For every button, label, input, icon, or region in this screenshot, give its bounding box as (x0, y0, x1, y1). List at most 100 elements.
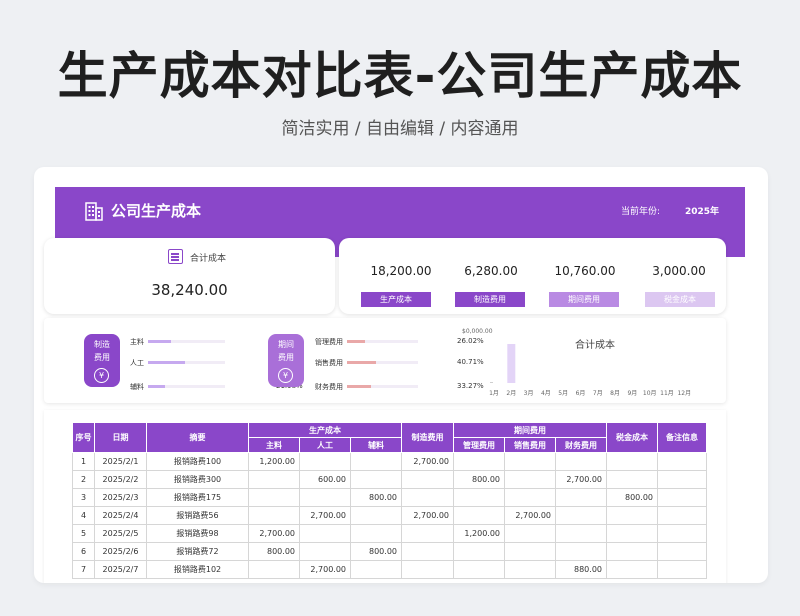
cell-note[interactable] (657, 542, 707, 561)
cell-fin[interactable]: 880.00 (555, 560, 607, 579)
cell-note[interactable] (657, 506, 707, 525)
cell-summary[interactable]: 报销路费98 (146, 524, 249, 543)
cell-mat[interactable]: 1,200.00 (248, 452, 300, 471)
yen-icon: ¥ (278, 368, 293, 383)
cell-mgmt[interactable] (453, 542, 505, 561)
cell-mgmt[interactable]: 1,200.00 (453, 524, 505, 543)
cell-aux[interactable]: 800.00 (350, 542, 402, 561)
cell-idx[interactable]: 3 (72, 488, 95, 507)
cell-mfg[interactable] (401, 524, 454, 543)
cell-note[interactable] (657, 488, 707, 507)
cell-mfg[interactable]: 2,700.00 (401, 506, 454, 525)
cell-summary[interactable]: 报销路费56 (146, 506, 249, 525)
cell-mfg[interactable] (401, 560, 454, 579)
cell-mgmt[interactable] (453, 488, 505, 507)
cell-date[interactable]: 2025/2/3 (94, 488, 147, 507)
cell-tax[interactable]: 800.00 (606, 488, 658, 507)
table-row[interactable]: 1 2025/2/1 报销路费100 1,200.00 2,700.00 (72, 452, 707, 471)
cell-idx[interactable]: 5 (72, 524, 95, 543)
cell-sales[interactable]: 2,700.00 (504, 506, 556, 525)
cell-fin[interactable] (555, 488, 607, 507)
cell-labor[interactable] (299, 452, 351, 471)
cell-sales[interactable] (504, 542, 556, 561)
cell-sales[interactable] (504, 452, 556, 471)
cell-date[interactable]: 2025/2/1 (94, 452, 147, 471)
cell-fin[interactable] (555, 452, 607, 471)
category-button-tax[interactable]: 税金成本 (645, 292, 715, 307)
cell-mfg[interactable]: 2,700.00 (401, 452, 454, 471)
cell-note[interactable] (657, 524, 707, 543)
cell-mgmt[interactable] (453, 452, 505, 471)
table-row[interactable]: 7 2025/2/7 报销路费102 2,700.00 880.00 (72, 560, 707, 579)
cell-mat[interactable]: 800.00 (248, 542, 300, 561)
cell-fin[interactable] (555, 542, 607, 561)
cell-mat[interactable] (248, 470, 300, 489)
cell-date[interactable]: 2025/2/7 (94, 560, 147, 579)
cell-sales[interactable] (504, 488, 556, 507)
cell-aux[interactable] (350, 470, 402, 489)
category-button-production[interactable]: 生产成本 (361, 292, 431, 307)
cell-mfg[interactable] (401, 470, 454, 489)
category-button-period[interactable]: 期间费用 (549, 292, 619, 307)
cell-mfg[interactable] (401, 488, 454, 507)
cell-labor[interactable]: 2,700.00 (299, 506, 351, 525)
cell-tax[interactable] (606, 560, 658, 579)
cell-tax[interactable] (606, 470, 658, 489)
cell-sales[interactable] (504, 524, 556, 543)
cell-summary[interactable]: 报销路费300 (146, 470, 249, 489)
cell-date[interactable]: 2025/2/5 (94, 524, 147, 543)
cell-mgmt[interactable] (453, 560, 505, 579)
table-row[interactable]: 6 2025/2/6 报销路费72 800.00 800.00 (72, 542, 707, 561)
manufacture-bar-track (148, 340, 225, 343)
cell-note[interactable] (657, 452, 707, 471)
cell-mat[interactable] (248, 506, 300, 525)
cell-tax[interactable] (606, 542, 658, 561)
table-row[interactable]: 4 2025/2/4 报销路费56 2,700.00 2,700.00 2,700.00 (72, 506, 707, 525)
cell-mat[interactable] (248, 488, 300, 507)
category-button-manufacturing[interactable]: 制造费用 (455, 292, 525, 307)
cell-labor[interactable]: 2,700.00 (299, 560, 351, 579)
cell-note[interactable] (657, 470, 707, 489)
table-row[interactable]: 2 2025/2/2 报销路费300 600.00 800.00 2,700.00 (72, 470, 707, 489)
cell-date[interactable]: 2025/2/6 (94, 542, 147, 561)
table-row[interactable]: 3 2025/2/3 报销路费175 800.00 800.00 (72, 488, 707, 507)
cell-mgmt[interactable] (453, 506, 505, 525)
cell-aux[interactable]: 800.00 (350, 488, 402, 507)
cell-idx[interactable]: 2 (72, 470, 95, 489)
cell-fin[interactable] (555, 506, 607, 525)
cell-note[interactable] (657, 560, 707, 579)
hero-subtitle: 简洁实用 / 自由编辑 / 内容通用 (281, 119, 519, 139)
period-label: 管理费用 (315, 338, 343, 346)
cell-date[interactable]: 2025/2/4 (94, 506, 147, 525)
cell-idx[interactable]: 6 (72, 542, 95, 561)
cell-aux[interactable] (350, 524, 402, 543)
cell-mat[interactable] (248, 560, 300, 579)
table-row[interactable]: 5 2025/2/5 报销路费98 2,700.00 1,200.00 (72, 524, 707, 543)
cell-aux[interactable] (350, 506, 402, 525)
cell-summary[interactable]: 报销路费72 (146, 542, 249, 561)
cell-summary[interactable]: 报销路费175 (146, 488, 249, 507)
cell-mgmt[interactable]: 800.00 (453, 470, 505, 489)
cell-idx[interactable]: 1 (72, 452, 95, 471)
cell-tax[interactable] (606, 452, 658, 471)
cell-tax[interactable] (606, 506, 658, 525)
cell-sales[interactable] (504, 560, 556, 579)
cell-sales[interactable] (504, 470, 556, 489)
cell-aux[interactable] (350, 560, 402, 579)
cell-fin[interactable] (555, 524, 607, 543)
cell-idx[interactable]: 7 (72, 560, 95, 579)
cell-summary[interactable]: 报销路费102 (146, 560, 249, 579)
cell-idx[interactable]: 4 (72, 506, 95, 525)
cell-labor[interactable]: 600.00 (299, 470, 351, 489)
cell-date[interactable]: 2025/2/2 (94, 470, 147, 489)
cell-fin[interactable]: 2,700.00 (555, 470, 607, 489)
cell-labor[interactable] (299, 542, 351, 561)
cell-summary[interactable]: 报销路费100 (146, 452, 249, 471)
cell-aux[interactable] (350, 452, 402, 471)
cell-labor[interactable] (299, 524, 351, 543)
cell-labor[interactable] (299, 488, 351, 507)
header-summary: 摘要 (146, 422, 249, 453)
cell-mat[interactable]: 2,700.00 (248, 524, 300, 543)
cell-mfg[interactable] (401, 542, 454, 561)
cell-tax[interactable] (606, 524, 658, 543)
